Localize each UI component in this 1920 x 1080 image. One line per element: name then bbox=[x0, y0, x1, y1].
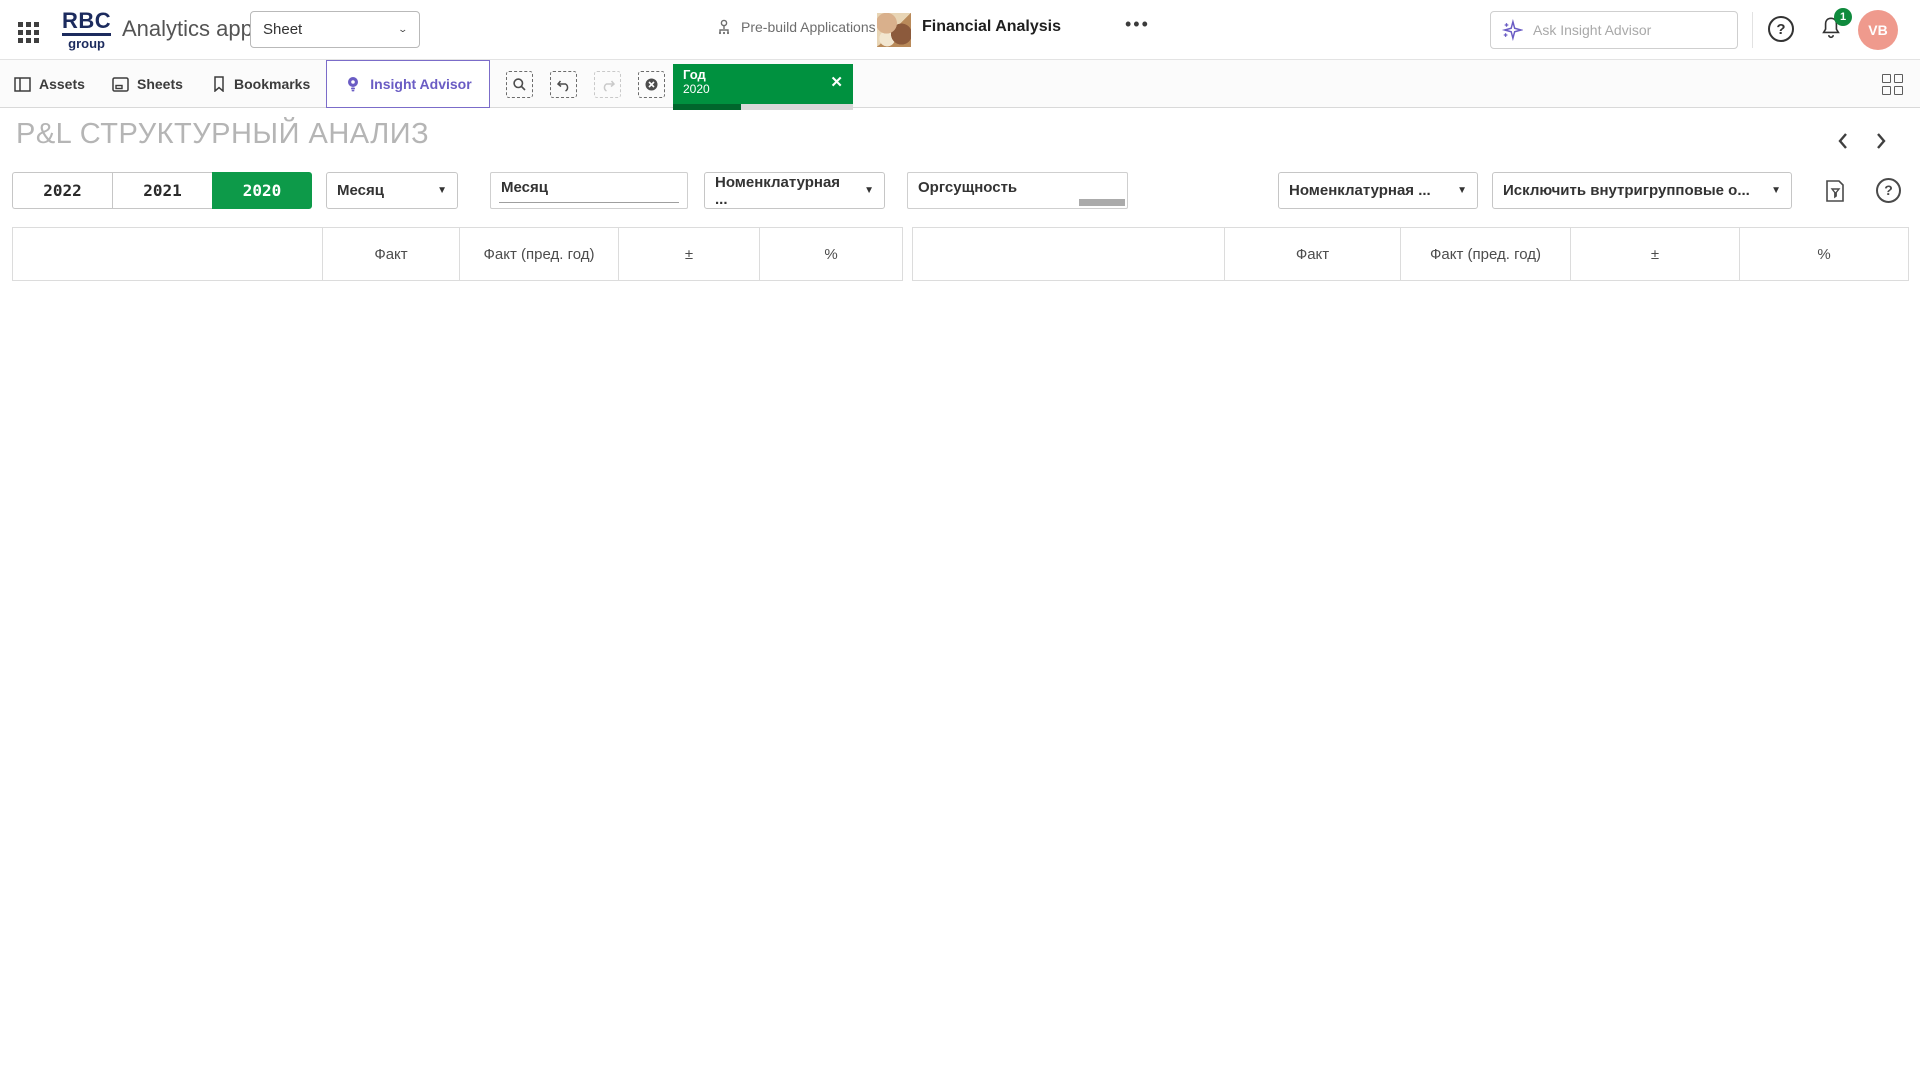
month-listbox[interactable]: Месяц bbox=[490, 172, 688, 209]
avatar[interactable]: VB bbox=[1858, 10, 1898, 50]
listbox-scrollbar[interactable] bbox=[1079, 199, 1125, 206]
tab-bookmarks[interactable]: Bookmarks bbox=[212, 60, 310, 108]
tab-sheets-label: Sheets bbox=[137, 76, 183, 92]
column-header[interactable] bbox=[913, 228, 1225, 281]
toolbar: Assets Sheets Bookmarks Insight Advisor bbox=[0, 60, 1920, 108]
chevron-right-icon bbox=[1874, 132, 1888, 150]
filter-document-icon bbox=[1824, 179, 1846, 203]
month-dropdown[interactable]: Месяц ▼ bbox=[326, 172, 458, 209]
month-dropdown-label: Месяц bbox=[337, 182, 384, 199]
page-title: P&L СТРУКТУРНЫЙ АНАЛИЗ bbox=[16, 118, 429, 151]
sparkle-icon bbox=[1501, 19, 1523, 41]
column-header[interactable]: % bbox=[1740, 228, 1909, 281]
selection-chip-progress bbox=[673, 104, 853, 110]
tab-assets[interactable]: Assets bbox=[14, 60, 85, 108]
insight-advisor-search[interactable] bbox=[1490, 11, 1738, 49]
year-button-2022[interactable]: 2022 bbox=[12, 172, 112, 209]
tab-assets-label: Assets bbox=[39, 76, 85, 92]
org-entity-listbox-title: Оргсущность bbox=[918, 179, 1017, 196]
prebuild-label: Pre-build Applications bbox=[741, 19, 876, 35]
column-header[interactable] bbox=[13, 228, 323, 281]
logo-line2: group bbox=[62, 37, 111, 50]
chevron-left-icon bbox=[1836, 132, 1850, 150]
notifications-button[interactable]: 1 bbox=[1818, 14, 1848, 44]
logo-line1: RBC bbox=[62, 10, 111, 36]
previous-sheet-button[interactable] bbox=[1828, 126, 1858, 156]
app-thumbnail[interactable] bbox=[877, 13, 911, 47]
column-header[interactable]: Факт (пред. год) bbox=[1401, 228, 1571, 281]
notification-badge: 1 bbox=[1834, 8, 1852, 26]
year-button-group: 202220212020 bbox=[12, 172, 312, 209]
dropdown-arrow-icon: ▼ bbox=[1761, 185, 1781, 196]
rbc-group-logo: RBC group bbox=[62, 10, 111, 50]
search-icon bbox=[512, 77, 527, 92]
filter-document-button[interactable] bbox=[1820, 176, 1850, 206]
clear-icon bbox=[644, 77, 659, 92]
selections-back-button[interactable] bbox=[550, 71, 577, 98]
nomenclature-dropdown-2-label: Номенклатурная ... bbox=[1289, 182, 1431, 199]
pl-structure-table: ФактФакт (пред. год)±% bbox=[12, 227, 903, 281]
assets-panel-icon bbox=[14, 77, 31, 92]
remove-selection-icon[interactable]: ✕ bbox=[830, 73, 843, 91]
current-app-name[interactable]: Financial Analysis bbox=[922, 18, 1061, 36]
selection-chip-year[interactable]: Год 2020 ✕ bbox=[673, 64, 853, 104]
app-launcher-icon[interactable] bbox=[18, 22, 42, 46]
tab-bookmarks-label: Bookmarks bbox=[234, 76, 310, 92]
filter-bar: 202220212020 Месяц ▼ Месяц Номенклатурна… bbox=[12, 172, 1912, 209]
divider bbox=[1752, 12, 1753, 48]
selection-chip-value: 2020 bbox=[673, 82, 853, 96]
sheet-selector-value: Sheet bbox=[263, 21, 302, 38]
nomenclature-dropdown[interactable]: Номенклатурная ... ▼ bbox=[704, 172, 885, 209]
org-entity-listbox[interactable]: Оргсущность bbox=[907, 172, 1128, 209]
smart-search-button[interactable] bbox=[506, 71, 533, 98]
year-button-2021[interactable]: 2021 bbox=[112, 172, 212, 209]
year-button-2020[interactable]: 2020 bbox=[212, 172, 312, 209]
lightbulb-icon bbox=[344, 75, 362, 93]
month-listbox-title: Месяц bbox=[501, 179, 548, 196]
tab-insight-advisor-label: Insight Advisor bbox=[370, 76, 471, 92]
nomenclature-dropdown-label: Номенклатурная ... bbox=[715, 174, 854, 208]
sheet-help-button[interactable]: ? bbox=[1876, 178, 1901, 203]
chevron-down-icon: ⌄ bbox=[398, 24, 409, 35]
help-button[interactable]: ? bbox=[1768, 16, 1794, 42]
bookmark-icon bbox=[212, 76, 226, 92]
dropdown-arrow-icon: ▼ bbox=[854, 185, 874, 196]
exclude-intragroup-dropdown[interactable]: Исключить внутригрупповые о... ▼ bbox=[1492, 172, 1792, 209]
sheets-icon bbox=[112, 77, 129, 92]
app-more-menu[interactable]: ••• bbox=[1125, 14, 1150, 35]
listbox-underline bbox=[499, 202, 679, 203]
top-bar: RBC group Analytics app Sheet ⌄ Pre-buil… bbox=[0, 0, 1920, 60]
dropdown-arrow-icon: ▼ bbox=[427, 185, 447, 196]
tab-insight-advisor[interactable]: Insight Advisor bbox=[326, 60, 490, 108]
column-header[interactable]: % bbox=[760, 228, 903, 281]
column-header[interactable]: Факт (пред. год) bbox=[460, 228, 619, 281]
grid-view-icon[interactable] bbox=[1882, 74, 1904, 96]
exclude-intragroup-label: Исключить внутригрупповые о... bbox=[1503, 182, 1750, 199]
org-hierarchy-icon bbox=[715, 18, 733, 36]
column-header[interactable]: Факт bbox=[323, 228, 460, 281]
clear-selections-button[interactable] bbox=[638, 71, 665, 98]
dropdown-arrow-icon: ▼ bbox=[1447, 185, 1467, 196]
tab-sheets[interactable]: Sheets bbox=[112, 60, 183, 108]
prebuild-applications-link[interactable]: Pre-build Applications bbox=[715, 18, 876, 36]
redo-arrow-icon bbox=[600, 78, 616, 92]
column-header[interactable]: Факт bbox=[1225, 228, 1401, 281]
ask-insight-advisor-input[interactable] bbox=[1533, 22, 1703, 38]
undo-arrow-icon bbox=[556, 78, 572, 92]
column-header[interactable]: ± bbox=[1571, 228, 1740, 281]
revenue-detail-table: ФактФакт (пред. год)±% bbox=[912, 227, 1909, 281]
nomenclature-dropdown-2[interactable]: Номенклатурная ... ▼ bbox=[1278, 172, 1478, 209]
selection-chip-field: Год bbox=[673, 64, 853, 82]
column-header[interactable]: ± bbox=[619, 228, 760, 281]
next-sheet-button[interactable] bbox=[1866, 126, 1896, 156]
app-title: Analytics app bbox=[122, 16, 253, 42]
sheet-selector-dropdown[interactable]: Sheet ⌄ bbox=[250, 11, 420, 48]
selections-forward-button[interactable] bbox=[594, 71, 621, 98]
